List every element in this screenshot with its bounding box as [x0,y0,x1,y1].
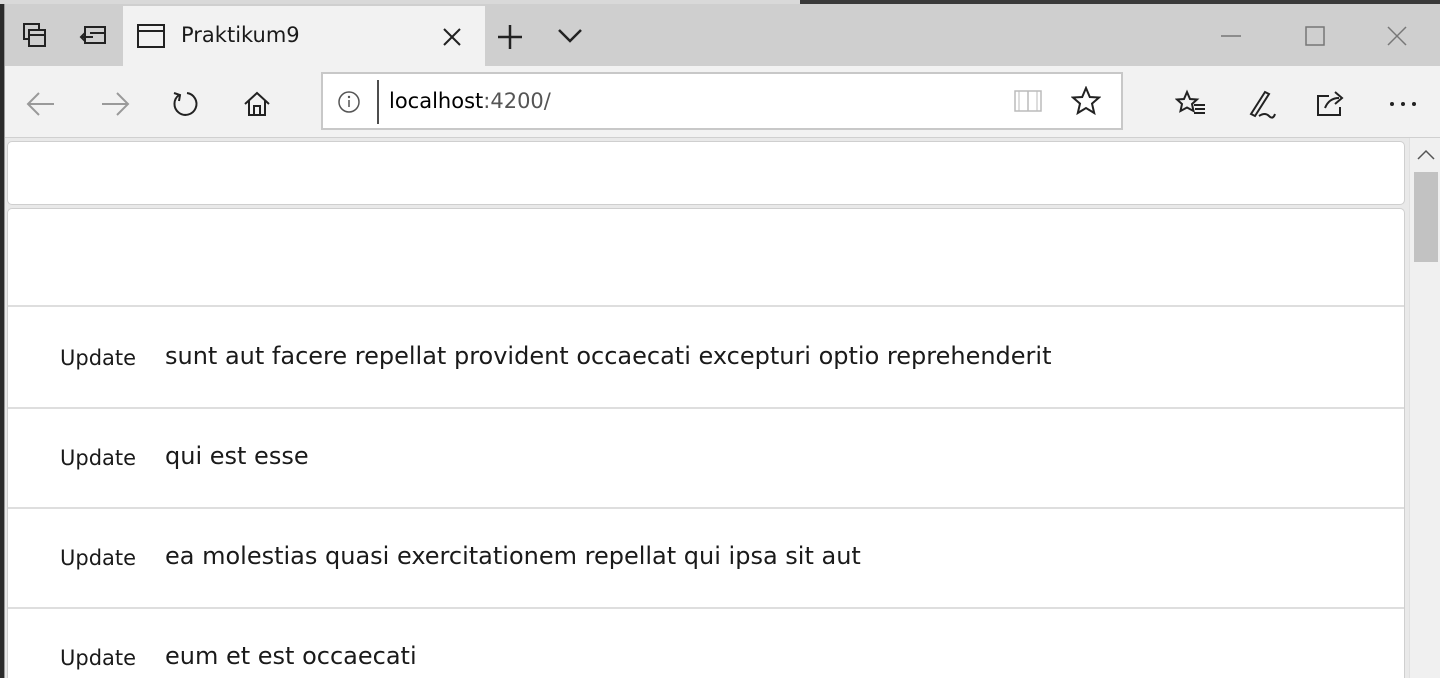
update-button[interactable]: Update [60,446,136,470]
set-aside-tabs-icon[interactable] [77,17,109,53]
maximize-icon[interactable] [1295,22,1335,50]
more-menu-icon[interactable] [1385,86,1421,122]
address-separator [377,80,379,124]
post-title: ea molestias quasi exercitationem repell… [165,542,861,570]
close-window-icon[interactable] [1377,22,1417,50]
post-list-card: Update sunt aut facere repellat providen… [7,208,1405,678]
scrollbar-thumb[interactable] [1414,172,1438,262]
favorites-list-icon[interactable] [1173,86,1209,122]
vertical-scrollbar[interactable] [1409,138,1440,678]
update-button[interactable]: Update [60,646,136,670]
tab-title: Praktikum9 [181,23,300,47]
forward-arrow-icon[interactable] [97,86,133,122]
reading-view-icon[interactable] [1013,88,1043,118]
tab-praktikum9[interactable]: Praktikum9 [123,6,485,66]
home-icon[interactable] [239,86,275,122]
share-icon[interactable] [1313,86,1349,122]
page-icon [137,24,165,52]
post-title: sunt aut facere repellat provident occae… [165,342,1052,370]
minimize-icon[interactable] [1211,22,1251,50]
list-header-row [8,209,1404,307]
top-card [7,141,1405,205]
favorite-star-icon[interactable] [1070,85,1102,120]
refresh-icon[interactable] [167,86,203,122]
url-port: :4200/ [483,89,551,113]
update-button[interactable]: Update [60,346,136,370]
list-item: Update sunt aut facere repellat providen… [8,309,1404,409]
page-content: Update sunt aut facere repellat providen… [5,138,1409,678]
scroll-up-arrow-icon[interactable] [1416,146,1436,165]
back-arrow-icon[interactable] [23,86,59,122]
list-item: Update qui est esse [8,409,1404,509]
address-bar[interactable]: localhost:4200/ [321,72,1123,130]
close-tab-icon[interactable] [441,26,463,52]
chevron-down-icon[interactable] [557,26,583,48]
tab-previews-icon[interactable] [19,17,51,53]
tab-bar: Praktikum9 [5,4,1440,66]
info-icon[interactable] [337,90,361,118]
post-title: eum et est occaecati [165,642,417,670]
post-title: qui est esse [165,442,309,470]
new-tab-icon[interactable] [497,24,523,54]
update-button[interactable]: Update [60,546,136,570]
list-item: Update ea molestias quasi exercitationem… [8,509,1404,609]
list-item: Update eum et est occaecati [8,609,1404,678]
url-text[interactable]: localhost:4200/ [389,89,551,113]
pen-notes-icon[interactable] [1243,86,1279,122]
browser-window: Praktikum9 localhost:4200/ Update sunt a… [4,4,1440,678]
url-host: localhost [389,89,484,113]
navigation-bar: localhost:4200/ [5,66,1440,138]
